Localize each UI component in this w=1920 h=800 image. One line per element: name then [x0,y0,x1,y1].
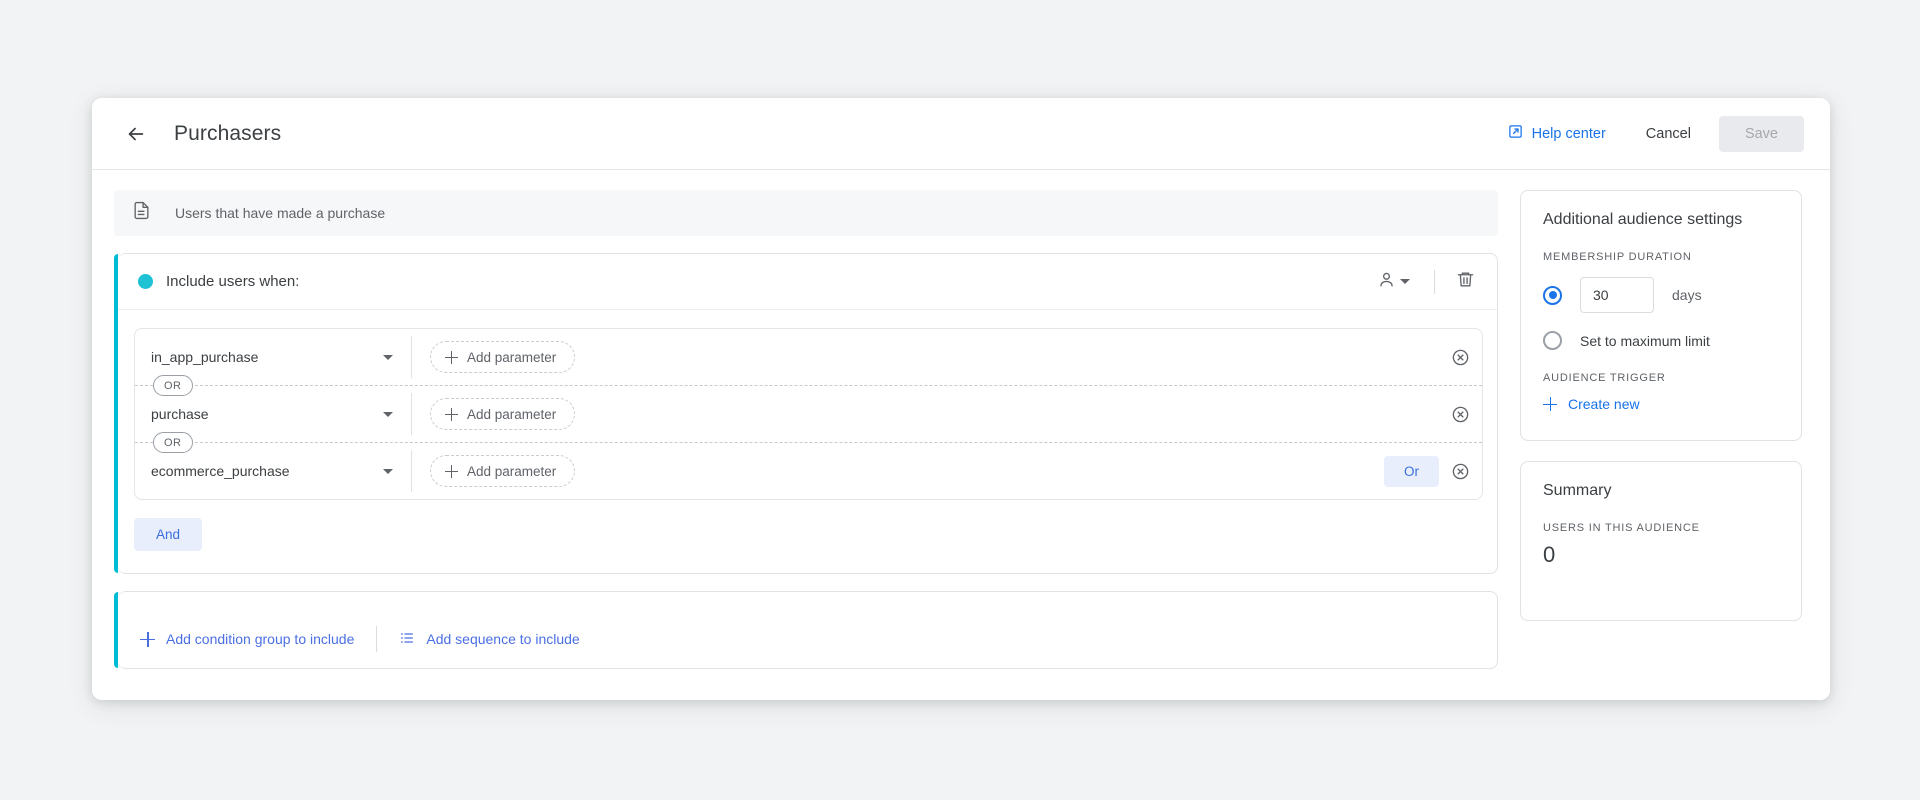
include-condition-group: Include users when: in_app_purchase Add … [114,253,1498,574]
event-select-value: purchase [151,406,209,422]
scope-selector-button[interactable] [1371,264,1422,300]
column-divider [411,450,412,492]
condition-row-tail [1451,348,1470,367]
and-row: And [118,500,1497,573]
chevron-down-icon [383,354,393,360]
audience-builder-dialog: Purchasers Help center Cancel Save Users… [92,98,1830,700]
duration-option-row: days [1543,277,1779,313]
include-group-tools [1371,264,1483,300]
person-icon [1377,270,1396,294]
event-select-value: in_app_purchase [151,349,259,365]
event-select[interactable]: in_app_purchase [151,349,399,365]
remove-condition-button[interactable] [1451,462,1470,481]
list-icon [399,630,415,649]
summary-card: Summary USERS IN THIS AUDIENCE 0 [1520,461,1802,621]
save-button[interactable]: Save [1718,115,1804,152]
membership-duration-label: MEMBERSHIP DURATION [1543,251,1692,263]
max-limit-option-row[interactable]: Set to maximum limit [1543,331,1779,350]
max-limit-radio[interactable] [1543,331,1562,350]
add-parameter-label: Add parameter [467,463,557,479]
and-button[interactable]: And [134,518,203,551]
add-condition-group-label: Add condition group to include [166,631,355,647]
plus-icon [1543,397,1557,411]
add-parameter-button[interactable]: Add parameter [430,398,576,430]
plus-icon [445,464,458,478]
include-group-header: Include users when: [118,254,1497,310]
add-parameter-label: Add parameter [467,406,557,422]
delete-group-button[interactable] [1447,264,1483,300]
duration-input[interactable] [1580,277,1654,313]
add-condition-group-button[interactable]: Add condition group to include [140,631,354,647]
group-color-dot [138,274,153,289]
dialog-header: Purchasers Help center Cancel Save [92,98,1830,170]
header-actions: Help center Cancel Save [1498,115,1804,152]
users-in-audience-label: USERS IN THIS AUDIENCE [1543,522,1700,534]
chevron-down-icon [1400,279,1410,284]
add-parameter-label: Add parameter [467,349,557,365]
duration-unit-label: days [1672,287,1702,303]
condition-row: in_app_purchase Add parameter [135,329,1482,385]
add-group-bar-inner: Add condition group to include Add seque… [118,610,1497,668]
column-divider [411,336,412,378]
duration-radio[interactable] [1543,285,1562,305]
audience-description-text: Users that have made a purchase [175,205,386,221]
create-new-label: Create new [1568,396,1640,412]
page-title: Purchasers [174,121,282,145]
condition-row-tail [1451,405,1470,424]
plus-icon [445,350,458,364]
add-group-bar: Add condition group to include Add seque… [114,591,1498,669]
audience-description-bar[interactable]: Users that have made a purchase [114,190,1498,236]
event-select-value: ecommerce_purchase [151,463,290,479]
external-link-icon [1508,124,1523,143]
plus-icon [445,407,458,421]
condition-row-tail: Or [1384,455,1470,487]
include-users-when-label: Include users when: [166,273,300,290]
help-center-link[interactable]: Help center [1498,116,1616,151]
or-button[interactable]: Or [1384,455,1439,487]
add-parameter-button[interactable]: Add parameter [430,341,576,373]
remove-condition-button[interactable] [1451,348,1470,367]
event-select[interactable]: ecommerce_purchase [151,463,399,479]
plus-icon [140,631,155,647]
summary-title: Summary [1543,482,1612,499]
create-new-trigger-button[interactable]: Create new [1543,396,1640,412]
back-button[interactable] [116,114,156,154]
additional-audience-settings-card: Additional audience settings MEMBERSHIP … [1520,190,1802,441]
dialog-body: Users that have made a purchase Include … [92,170,1830,700]
arrow-left-icon [125,123,147,145]
users-in-audience-value: 0 [1543,542,1556,567]
add-parameter-button[interactable]: Add parameter [430,455,576,487]
settings-title: Additional audience settings [1543,211,1743,228]
audience-trigger-label: AUDIENCE TRIGGER [1543,372,1666,384]
column-divider [411,393,412,435]
document-icon [132,201,151,225]
trash-icon [1456,270,1475,294]
cancel-button[interactable]: Cancel [1630,117,1707,151]
condition-row: ecommerce_purchase Add parameter Or [135,443,1482,499]
settings-column: Additional audience settings MEMBERSHIP … [1520,190,1808,700]
chevron-down-icon [383,411,393,417]
remove-condition-button[interactable] [1451,405,1470,424]
event-select[interactable]: purchase [151,406,399,422]
help-center-label: Help center [1531,125,1606,142]
conditions-list: in_app_purchase Add parameter OR purchas… [134,328,1483,500]
add-sequence-button[interactable]: Add sequence to include [399,630,580,649]
add-bar-divider [376,626,378,652]
condition-row: purchase Add parameter [135,386,1482,442]
add-sequence-label: Add sequence to include [426,631,580,647]
builder-column: Users that have made a purchase Include … [114,190,1498,700]
tools-divider [1434,269,1435,294]
chevron-down-icon [383,468,393,474]
max-limit-label: Set to maximum limit [1580,332,1710,349]
